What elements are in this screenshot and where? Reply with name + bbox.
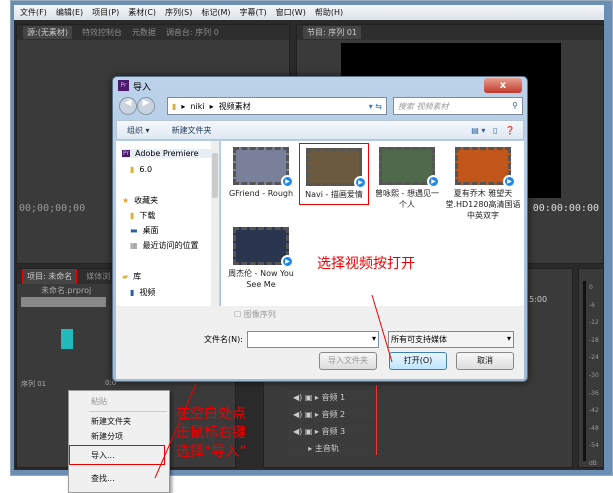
arrow-to-open <box>371 294 393 363</box>
arrow-to-dialog <box>154 383 197 479</box>
annotation-arrows <box>154 294 393 479</box>
